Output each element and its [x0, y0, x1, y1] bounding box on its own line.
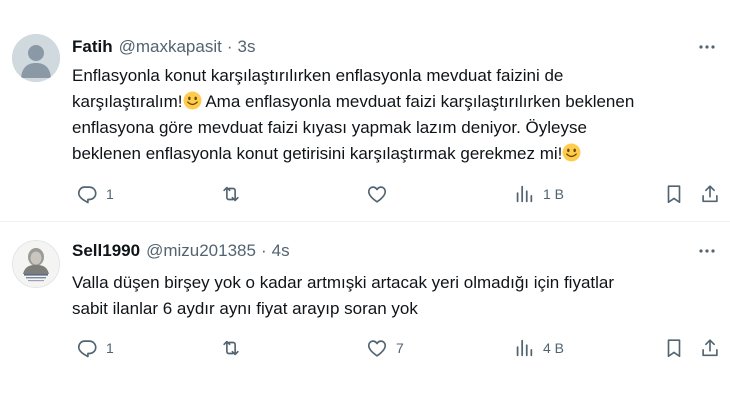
- tweet-actions: 1 7 4 B: [72, 336, 718, 360]
- like-count: 7: [396, 340, 404, 356]
- tweet-actions: 1 1 B: [72, 182, 718, 206]
- tweet-text: Enflasyonla konut karşılaştırılırken enf…: [72, 63, 706, 167]
- tweet-line: sabit ilanlar 6 aydır aynı fiyat arayıp …: [72, 299, 418, 318]
- retweet-button[interactable]: [220, 182, 250, 206]
- reply-button[interactable]: 1: [76, 182, 114, 206]
- smile-emoji-icon: [562, 143, 581, 162]
- heart-icon: [367, 186, 387, 203]
- more-options-button[interactable]: [696, 36, 718, 58]
- reply-count: 1: [106, 186, 114, 202]
- like-button[interactable]: [366, 182, 396, 206]
- portrait-photo-icon: [13, 241, 59, 287]
- timestamp[interactable]: 4s: [272, 241, 290, 261]
- retweet-icon: [223, 340, 239, 356]
- more-icon: [699, 249, 715, 253]
- separator-dot: ·: [226, 37, 233, 56]
- tweet-text: Valla düşen birşey yok o kadar artmışki …: [72, 270, 706, 322]
- like-button[interactable]: 7: [366, 336, 404, 360]
- bookmark-button[interactable]: [663, 182, 685, 206]
- display-name[interactable]: Fatih: [72, 37, 113, 57]
- tweet-line: beklenen enflasyonla konut getirisini ka…: [72, 141, 706, 167]
- share-icon: [702, 339, 718, 357]
- views-button[interactable]: 1 B: [513, 182, 564, 206]
- tweet-line: Enflasyonla konut karşılaştırılırken enf…: [72, 66, 564, 85]
- display-name[interactable]: Sell1990: [72, 241, 140, 261]
- reply-icon: [77, 186, 97, 204]
- bookmark-icon: [667, 339, 681, 358]
- tweet-line: karşılaştıralım! Ama enflasyonla mevduat…: [72, 91, 635, 111]
- bookmark-button[interactable]: [663, 336, 685, 360]
- tweet-line: enflasyona göre mevduat faizi kıyası yap…: [72, 118, 587, 137]
- avatar[interactable]: [12, 34, 60, 82]
- bookmark-icon: [667, 185, 681, 204]
- separator-dot: ·: [260, 241, 267, 260]
- share-icon: [702, 185, 718, 203]
- tweet-2[interactable]: Sell1990 @mizu201385 · 4s Valla düşen bi…: [0, 222, 730, 420]
- username[interactable]: @mizu201385: [146, 241, 256, 261]
- smile-emoji-icon: [183, 91, 202, 110]
- reply-count: 1: [106, 340, 114, 356]
- share-button[interactable]: [699, 182, 721, 206]
- retweet-button[interactable]: [220, 336, 250, 360]
- share-button[interactable]: [699, 336, 721, 360]
- tweet-line: Valla düşen birşey yok o kadar artmışki …: [72, 273, 615, 292]
- tweet-header: Sell1990 @mizu201385 · 4s: [72, 240, 718, 262]
- views-count: 1 B: [543, 186, 565, 202]
- views-chart-icon: [516, 339, 533, 357]
- heart-icon: [367, 340, 387, 357]
- reply-icon: [77, 340, 97, 358]
- views-count: 4 B: [543, 340, 565, 356]
- retweet-icon: [223, 186, 239, 202]
- default-profile-icon: [12, 34, 60, 82]
- tweet-header: Fatih @maxkapasit · 3s: [72, 36, 718, 58]
- views-button[interactable]: 4 B: [513, 336, 564, 360]
- reply-button[interactable]: 1: [76, 336, 114, 360]
- tweet-1[interactable]: Fatih @maxkapasit · 3s Enflasyonla konut…: [0, 0, 730, 222]
- more-options-button[interactable]: [696, 240, 718, 262]
- views-chart-icon: [516, 185, 533, 203]
- more-icon: [699, 45, 715, 49]
- avatar[interactable]: [12, 240, 60, 288]
- username[interactable]: @maxkapasit: [119, 37, 222, 57]
- timestamp[interactable]: 3s: [238, 37, 256, 57]
